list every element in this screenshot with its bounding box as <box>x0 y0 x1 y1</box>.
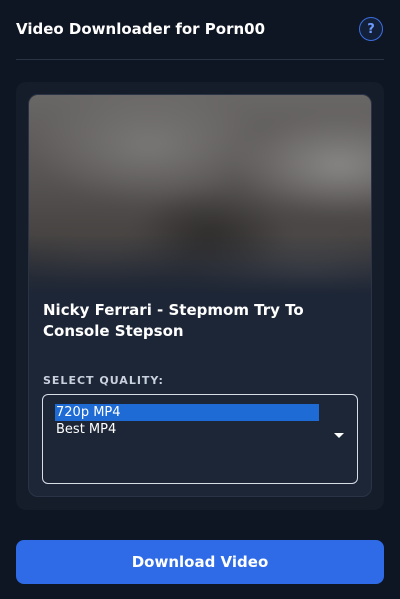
quality-select[interactable]: 720p MP4 Best MP4 <box>42 394 358 484</box>
thumbnail-fade <box>29 235 371 295</box>
video-thumbnail <box>29 95 371 295</box>
quality-label: SELECT QUALITY: <box>43 374 164 387</box>
app-header: Video Downloader for Porn00 ? <box>16 0 384 60</box>
download-video-button[interactable]: Download Video <box>16 540 384 584</box>
quality-option-best[interactable]: Best MP4 <box>55 421 319 438</box>
dropdown-caret-icon[interactable] <box>334 433 344 438</box>
content-panel: Nicky Ferrari - Stepmom Try To Console S… <box>16 82 384 510</box>
question-mark-icon: ? <box>367 21 375 37</box>
quality-option-720p[interactable]: 720p MP4 <box>55 404 319 421</box>
video-title: Nicky Ferrari - Stepmom Try To Console S… <box>43 301 304 340</box>
help-button[interactable]: ? <box>359 17 383 41</box>
app-title: Video Downloader for Porn00 <box>16 20 266 38</box>
video-card: Nicky Ferrari - Stepmom Try To Console S… <box>28 94 372 497</box>
